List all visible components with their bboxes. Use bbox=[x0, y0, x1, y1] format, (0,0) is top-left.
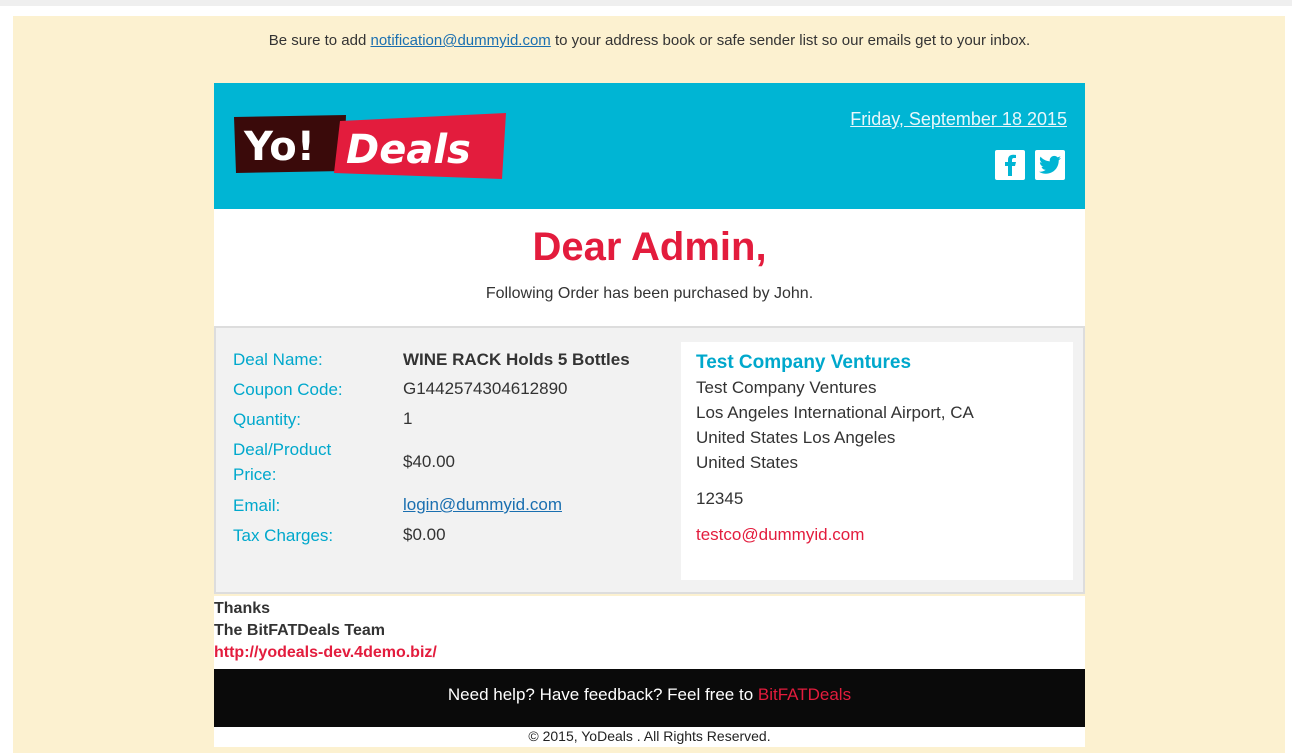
coupon-code-value: G1442574304612890 bbox=[403, 379, 568, 398]
preheader-text-before: Be sure to add bbox=[268, 32, 371, 49]
coupon-code-label: Coupon Code: bbox=[233, 379, 343, 399]
copyright: © 2015, YoDeals . All Rights Reserved. bbox=[214, 727, 1085, 747]
price-label: Deal/Product Price: bbox=[233, 440, 332, 484]
greeting-section: Dear Admin, Following Order has been pur… bbox=[214, 209, 1085, 326]
company-email[interactable]: testco@dummyid.com bbox=[696, 522, 1058, 547]
company-address-3: United States bbox=[696, 453, 799, 472]
buyer-email-link[interactable]: login@dummyid.com bbox=[403, 495, 562, 514]
email-row: Email: login@dummyid.com bbox=[233, 490, 673, 520]
site-url-link[interactable]: http://yodeals-dev.4demo.biz/ bbox=[214, 642, 1085, 664]
facebook-icon[interactable] bbox=[995, 150, 1025, 180]
company-heading: Test Company Ventures bbox=[696, 352, 912, 373]
company-address-card: Test Company Ventures Test Company Ventu… bbox=[681, 342, 1073, 580]
footer-brand-link[interactable]: BitFATDeals bbox=[758, 685, 851, 704]
price-row: Deal/Product Price: $40.00 bbox=[233, 434, 673, 490]
tax-row: Tax Charges: $0.00 bbox=[233, 520, 673, 550]
preheader-text-after: to your address book or safe sender list… bbox=[550, 32, 1031, 49]
tax-value: $0.00 bbox=[403, 525, 446, 544]
deal-name-label: Deal Name: bbox=[233, 350, 323, 369]
preheader: Be sure to add notification@dummyid.com … bbox=[214, 31, 1085, 51]
greeting-title: Dear Admin, bbox=[532, 225, 767, 269]
notification-email-link[interactable]: notification@dummyid.com bbox=[371, 32, 551, 49]
order-details: Deal Name: WINE RACK Holds 5 Bottles Cou… bbox=[214, 326, 1085, 594]
signoff: Thanks The BitFATDeals Team http://yodea… bbox=[214, 596, 1085, 669]
quantity-row: Quantity: 1 bbox=[233, 404, 673, 434]
logo-yo-text: Yo! bbox=[243, 124, 315, 170]
order-info: Deal Name: WINE RACK Holds 5 Bottles Cou… bbox=[233, 345, 673, 550]
email-footer: Need help? Have feedback? Feel free to B… bbox=[214, 669, 1085, 727]
yodeals-logo[interactable]: Yo! Deals bbox=[234, 113, 506, 183]
deal-name-value: WINE RACK Holds 5 Bottles bbox=[403, 349, 630, 369]
email-label: Email: bbox=[233, 495, 281, 515]
social-links bbox=[995, 150, 1065, 180]
company-address-1: Los Angeles International Airport, CA bbox=[696, 403, 974, 422]
quantity-value: 1 bbox=[403, 409, 413, 428]
greeting-subtitle: Following Order has been purchased by Jo… bbox=[485, 285, 814, 302]
deal-name-row: Deal Name: WINE RACK Holds 5 Bottles bbox=[233, 345, 673, 374]
footer-text: Need help? Have feedback? Feel free to bbox=[447, 685, 758, 704]
team-name: The BitFATDeals Team bbox=[214, 622, 385, 639]
email-header: Yo! Deals Friday, September 18 2015 bbox=[214, 83, 1085, 209]
twitter-icon[interactable] bbox=[1035, 150, 1065, 180]
coupon-code-row: Coupon Code: G1442574304612890 bbox=[233, 374, 673, 404]
price-value: $40.00 bbox=[403, 452, 455, 471]
quantity-label: Quantity: bbox=[233, 409, 302, 429]
company-address-2: United States Los Angeles bbox=[696, 428, 896, 447]
thanks-text: Thanks bbox=[214, 600, 271, 617]
company-zip: 12345 bbox=[696, 489, 744, 508]
header-date[interactable]: Friday, September 18 2015 bbox=[850, 109, 1067, 130]
top-divider bbox=[0, 0, 1292, 6]
tax-label: Tax Charges: bbox=[233, 525, 334, 545]
company-name: Test Company Ventures bbox=[696, 378, 877, 397]
logo-deals-text: Deals bbox=[346, 127, 471, 173]
